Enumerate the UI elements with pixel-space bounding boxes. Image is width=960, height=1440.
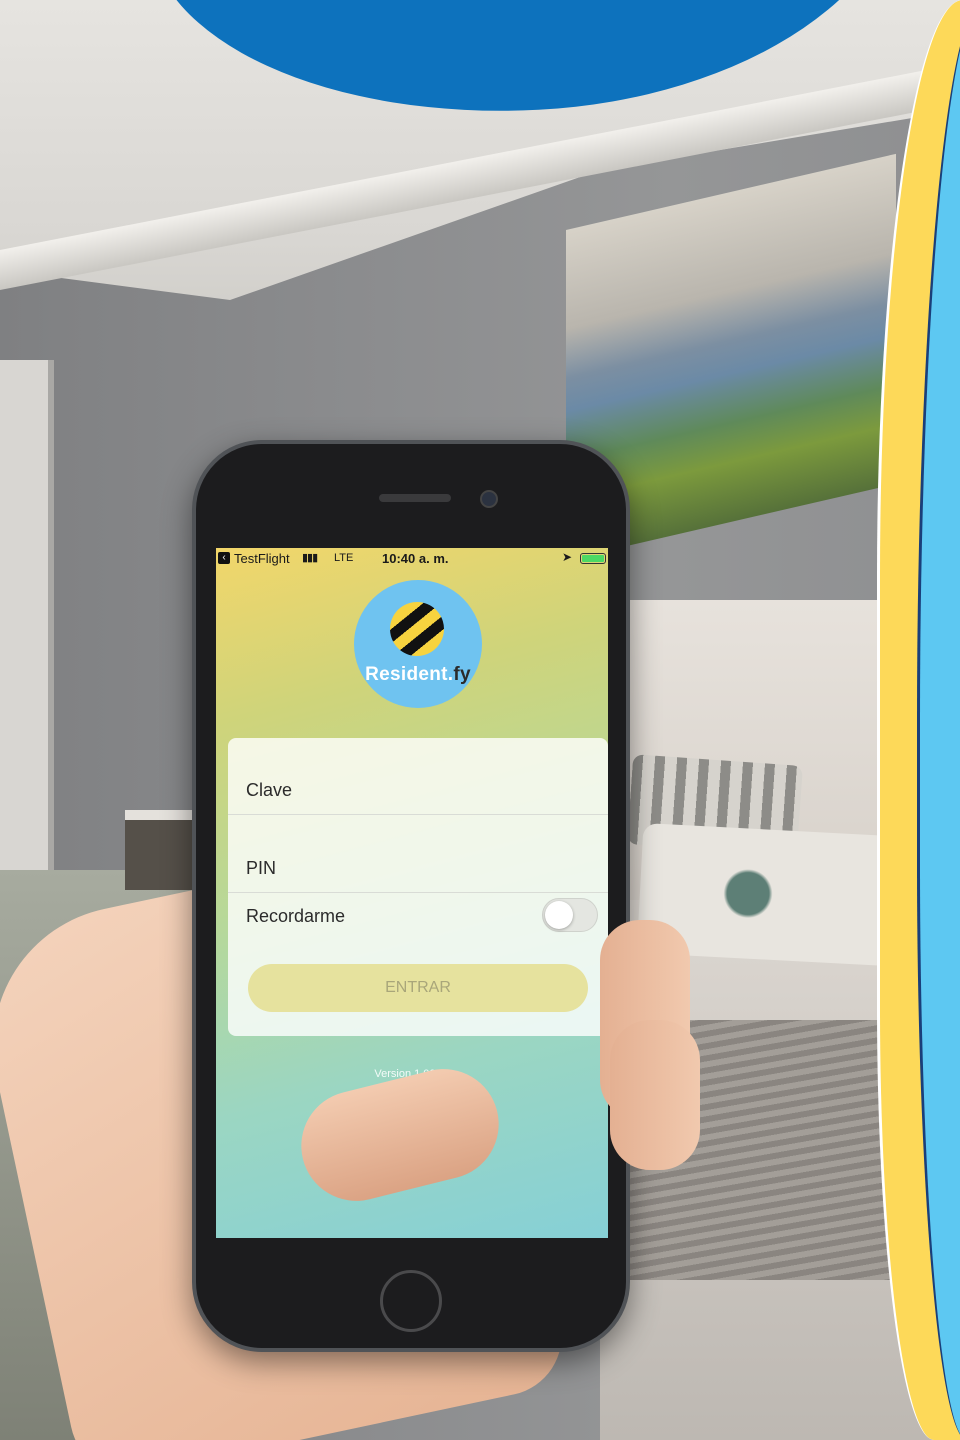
clave-field[interactable]: Clave [246, 780, 292, 801]
remember-toggle[interactable] [542, 898, 598, 932]
status-bar: ‹ TestFlight ▮▮▮ LTE 10:40 a. m. ➤ [216, 548, 608, 572]
divider [228, 892, 608, 893]
logo-text-suffix: fy [453, 664, 471, 685]
location-arrow-icon: ➤ [562, 550, 573, 564]
network-type: LTE [334, 552, 354, 564]
remember-label: Recordarme [246, 906, 346, 926]
door-frame [0, 360, 54, 920]
home-button[interactable] [380, 1270, 442, 1332]
iphone-device: ‹ TestFlight ▮▮▮ LTE 10:40 a. m. ➤ Resid… [192, 440, 630, 1352]
pin-field[interactable]: PIN [246, 858, 276, 879]
finger [610, 1020, 700, 1170]
divider [228, 814, 608, 815]
resident-fy-logo: Resident.fy [354, 580, 482, 708]
toggle-knob [545, 901, 573, 929]
back-arrow-icon[interactable]: ‹ [218, 552, 230, 564]
back-app-label[interactable]: TestFlight [234, 551, 290, 566]
signal-icon: ▮▮▮ [302, 552, 318, 564]
earpiece-speaker [379, 494, 451, 502]
entrar-button[interactable]: ENTRAR [248, 964, 588, 1012]
front-camera [480, 490, 498, 508]
status-time: 10:40 a. m. [382, 551, 449, 566]
logo-text-main: Resident. [365, 664, 454, 685]
battery-icon [580, 553, 606, 564]
bee-icon [387, 599, 447, 659]
logo-wordmark: Resident.fy [354, 664, 482, 686]
login-form: Clave PIN Recordarme ENTRAR [228, 738, 608, 1036]
